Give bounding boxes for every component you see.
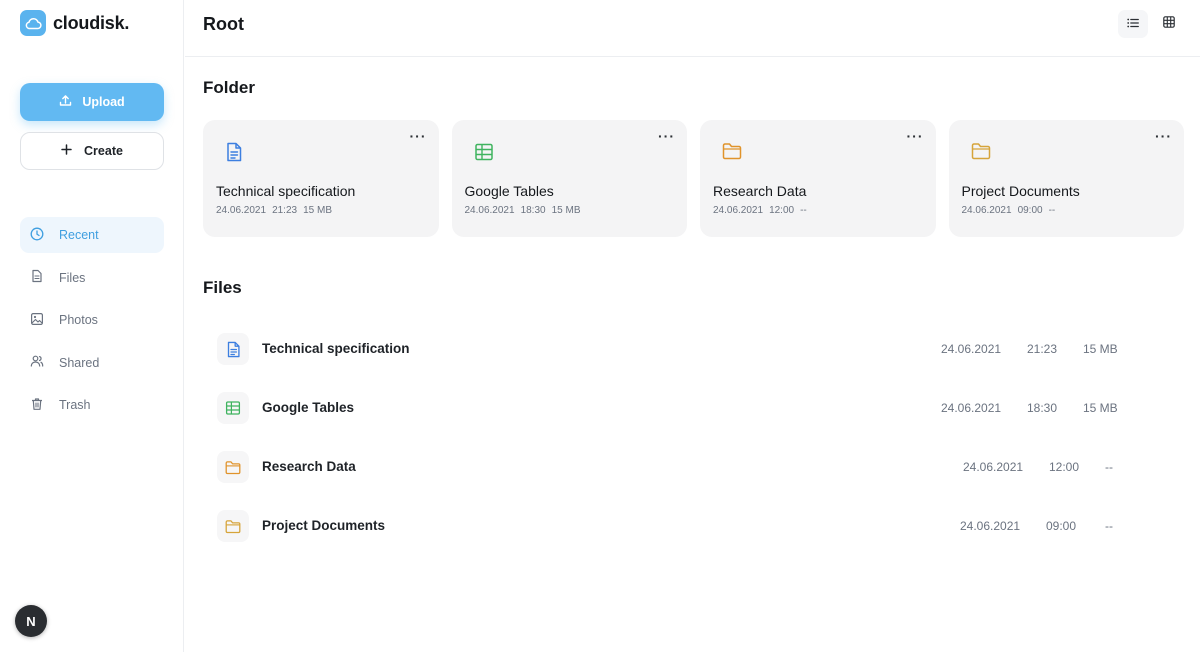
folder-card-time: 12:00 (769, 205, 795, 216)
brand[interactable]: cloudisk. (20, 10, 129, 36)
avatar[interactable]: N (15, 605, 47, 637)
list-view-button[interactable] (1118, 10, 1148, 38)
file-date: 24.06.2021 (941, 342, 1002, 356)
more-options-icon[interactable]: ··· (410, 129, 427, 143)
sidebar-item-shared[interactable]: Shared (20, 345, 164, 381)
sidebar-item-recent[interactable]: Recent (20, 217, 164, 253)
file-icon (30, 269, 44, 286)
file-size: -- (1105, 519, 1113, 533)
document-icon (225, 142, 243, 167)
folder-card-time: 18:30 (520, 205, 546, 216)
sidebar-item-label: Files (59, 270, 86, 285)
folder-card-time: 09:00 (1017, 205, 1043, 216)
sidebar-nav: Recent Files Photos Shared Trash (20, 217, 164, 430)
more-options-icon[interactable]: ··· (907, 129, 924, 143)
file-size: 15 MB (1083, 342, 1118, 356)
folder-card-date: 24.06.2021 (216, 205, 267, 216)
folder-card-name: Technical specification (216, 183, 356, 199)
folder-card-name: Research Data (713, 183, 807, 199)
file-name: Technical specification (262, 341, 410, 356)
file-size: 15 MB (1083, 401, 1118, 415)
grid-view-button[interactable] (1154, 10, 1184, 38)
page-title: Root (203, 14, 244, 34)
upload-label: Upload (82, 95, 125, 109)
file-date: 24.06.2021 (960, 519, 1021, 533)
file-time: 21:23 (1027, 342, 1058, 356)
folder-card[interactable]: ··· Technical specification 24.06.2021 2… (203, 120, 439, 237)
folder-card[interactable]: ··· Research Data 24.06.2021 12:00 -- (700, 120, 936, 237)
table-row[interactable]: Project Documents 24.06.2021 09:00 -- (203, 496, 1133, 555)
folder-card-date: 24.06.2021 (961, 205, 1012, 216)
more-options-icon[interactable]: ··· (1155, 129, 1172, 143)
folder-card[interactable]: ··· Project Documents 24.06.2021 09:00 -… (948, 120, 1184, 237)
spreadsheet-icon (217, 392, 249, 424)
sidebar-item-label: Photos (59, 313, 98, 327)
brand-name: cloudisk. (53, 12, 130, 33)
folder-card-meta: 24.06.2021 12:00 -- (713, 205, 807, 216)
trash-icon (30, 397, 44, 414)
folder-card-meta: 24.06.2021 21:23 15 MB (216, 205, 332, 216)
file-time: 09:00 (1046, 519, 1077, 533)
folder-card-name: Google Tables (464, 183, 554, 199)
folder-card-time: 21:23 (272, 205, 298, 216)
create-label: Create (84, 144, 123, 158)
folder-card-meta: 24.06.2021 09:00 -- (962, 205, 1056, 216)
folder-card[interactable]: ··· Google Tables 24.06.2021 18:30 15 MB (451, 120, 687, 237)
sidebar-item-trash[interactable]: Trash (20, 387, 164, 423)
folder-card-name: Project Documents (961, 183, 1080, 199)
cloud-icon (20, 10, 46, 36)
file-time: 18:30 (1027, 401, 1058, 415)
folder-card-size: -- (1048, 205, 1056, 216)
image-icon (30, 312, 44, 329)
folder-card-size: -- (800, 205, 807, 216)
table-row[interactable]: Research Data 24.06.2021 12:00 -- (203, 437, 1133, 496)
users-icon (30, 354, 44, 371)
folder-card-size: 15 MB (551, 205, 581, 216)
folder-icon (217, 510, 249, 542)
list-view-icon (1127, 15, 1139, 33)
upload-button[interactable]: Upload (20, 83, 164, 121)
folder-icon (722, 142, 742, 165)
sidebar-item-files[interactable]: Files (20, 260, 164, 296)
file-list: Technical specification 24.06.2021 21:23… (203, 319, 1133, 555)
file-size: -- (1105, 460, 1113, 474)
folder-icon (217, 451, 249, 483)
folder-card-size: 15 MB (303, 205, 332, 216)
file-name: Google Tables (262, 400, 355, 415)
header: Root (185, 0, 1200, 57)
file-time: 12:00 (1049, 460, 1080, 474)
folder-cards: ··· Technical specification 24.06.2021 2… (203, 120, 1184, 237)
file-date: 24.06.2021 (963, 460, 1024, 474)
spreadsheet-icon (474, 142, 494, 167)
plus-icon (61, 144, 72, 158)
table-row[interactable]: Technical specification 24.06.2021 21:23… (203, 319, 1133, 378)
folder-card-date: 24.06.2021 (464, 205, 515, 216)
folder-card-date: 24.06.2021 (713, 205, 764, 216)
section-title-folders: Folder (203, 78, 255, 97)
file-date: 24.06.2021 (941, 401, 1002, 415)
sidebar-item-photos[interactable]: Photos (20, 302, 164, 338)
more-options-icon[interactable]: ··· (658, 129, 675, 143)
file-name: Research Data (262, 459, 356, 474)
sidebar-item-label: Shared (59, 355, 100, 370)
table-row[interactable]: Google Tables 24.06.2021 18:30 15 MB (203, 378, 1133, 437)
upload-icon (59, 94, 72, 110)
clock-icon (30, 227, 44, 244)
file-name: Project Documents (262, 518, 386, 533)
section-title-files: Files (203, 278, 242, 297)
folder-icon (971, 142, 991, 165)
document-icon (217, 333, 249, 365)
sidebar: cloudisk. Upload Create Recent Files Pho… (0, 0, 184, 652)
grid-view-icon (1163, 15, 1175, 33)
sidebar-item-label: Trash (59, 398, 91, 412)
sidebar-item-label: Recent (59, 228, 99, 242)
create-button[interactable]: Create (20, 132, 164, 170)
folder-card-meta: 24.06.2021 18:30 15 MB (465, 205, 581, 216)
